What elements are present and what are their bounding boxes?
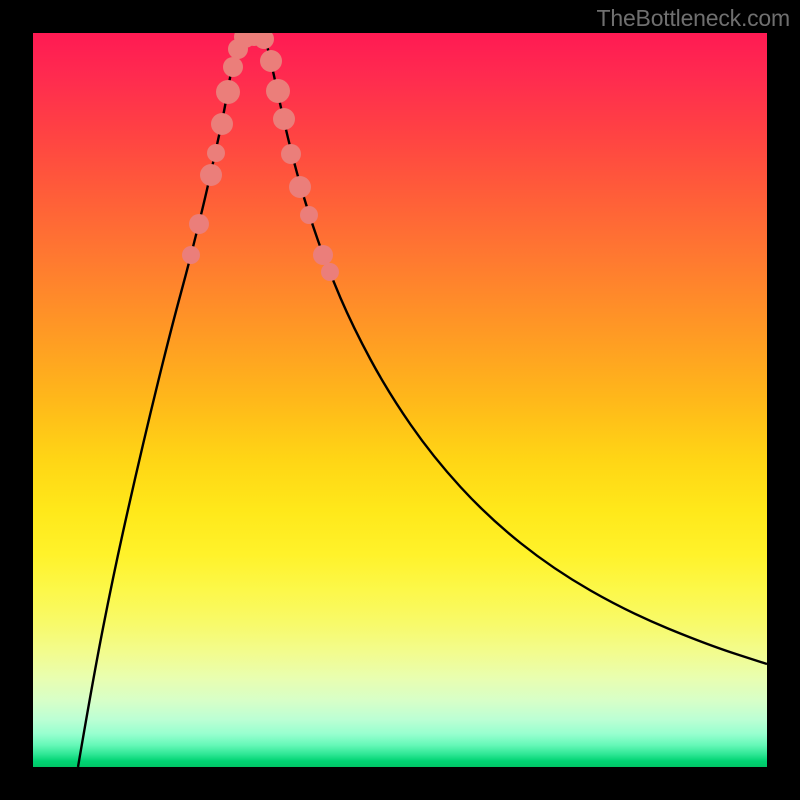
marker-right-4 <box>281 144 301 164</box>
marker-left-6 <box>223 57 243 77</box>
marker-left-4 <box>211 113 233 135</box>
marker-left-3 <box>207 144 225 162</box>
marker-right-8 <box>321 263 339 281</box>
marker-left-5 <box>216 80 240 104</box>
data-markers <box>182 33 339 281</box>
right-branch-curve <box>263 34 767 664</box>
chart-frame: TheBottleneck.com <box>0 0 800 800</box>
left-branch-curve <box>78 34 243 767</box>
chart-curves <box>33 33 767 767</box>
marker-right-5 <box>289 176 311 198</box>
marker-right-6 <box>300 206 318 224</box>
marker-right-3 <box>273 108 295 130</box>
marker-left-0 <box>182 246 200 264</box>
marker-right-7 <box>313 245 333 265</box>
marker-right-0 <box>254 33 274 49</box>
marker-right-1 <box>260 50 282 72</box>
watermark-text: TheBottleneck.com <box>597 5 790 32</box>
marker-left-1 <box>189 214 209 234</box>
marker-left-2 <box>200 164 222 186</box>
marker-right-2 <box>266 79 290 103</box>
plot-area <box>33 33 767 767</box>
